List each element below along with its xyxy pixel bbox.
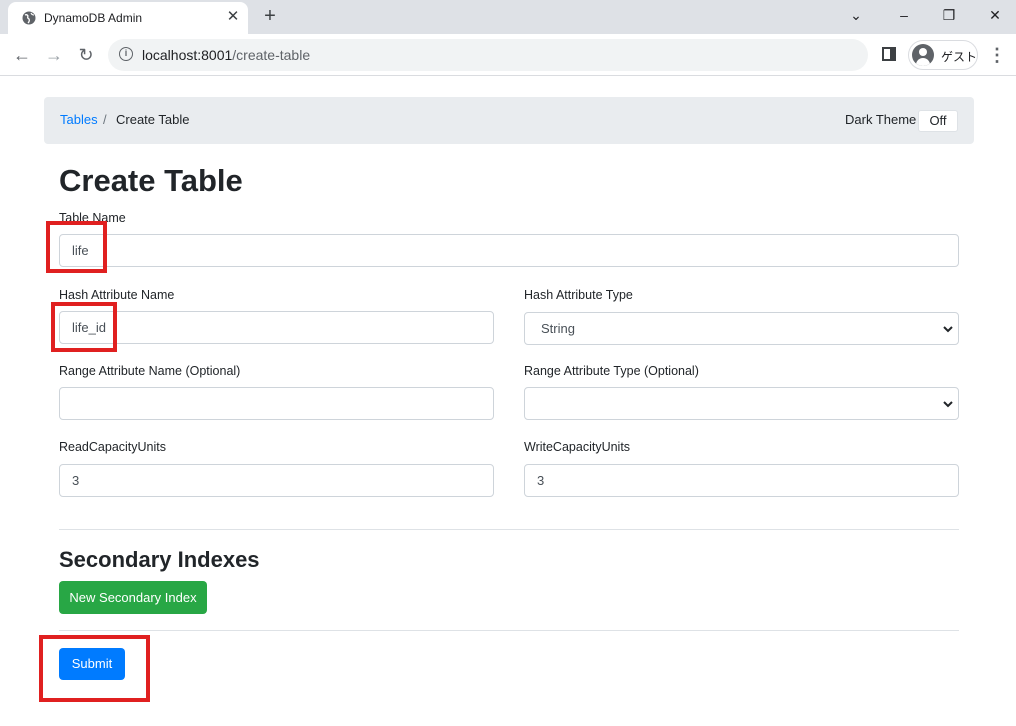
hash-attribute-name-label: Hash Attribute Name	[59, 288, 175, 302]
chevron-down-icon	[943, 401, 953, 408]
read-capacity-label: ReadCapacityUnits	[59, 440, 166, 454]
dark-theme-label: Dark Theme	[845, 112, 917, 127]
tab-close-icon[interactable]: ✕	[224, 8, 242, 26]
breadcrumb-separator: /	[103, 112, 107, 127]
url-host: localhost:8001	[142, 47, 233, 63]
table-name-input[interactable]: life	[59, 234, 959, 267]
new-tab-icon[interactable]: +	[258, 5, 282, 29]
hash-attribute-name-input[interactable]: life_id	[59, 311, 494, 344]
breadcrumb: Tables / Create Table Dark Theme Off	[44, 97, 974, 144]
divider	[59, 529, 959, 530]
reload-icon[interactable]: ↻	[74, 43, 98, 67]
browser-toolbar: ← → ↻ i localhost:8001/create-table ゲスト …	[0, 34, 1016, 76]
forward-icon[interactable]: →	[42, 43, 66, 67]
info-icon[interactable]: i	[119, 47, 133, 61]
restore-icon[interactable]: ❐	[934, 4, 964, 26]
window-close-icon[interactable]: ✕	[980, 4, 1010, 26]
new-secondary-index-button[interactable]: New Secondary Index	[59, 581, 207, 614]
browser-tab[interactable]: DynamoDB Admin ✕	[8, 2, 248, 34]
divider	[59, 630, 959, 631]
avatar-icon	[912, 44, 934, 66]
tab-title: DynamoDB Admin	[44, 11, 143, 25]
secondary-indexes-title: Secondary Indexes	[59, 547, 260, 572]
dark-theme-toggle[interactable]: Off	[918, 110, 958, 132]
highlight-box-table-name	[46, 221, 107, 273]
browser-titlebar: DynamoDB Admin ✕ + ⌄ – ❐ ✕	[0, 0, 1016, 34]
hash-attribute-type-select[interactable]: String	[524, 312, 959, 345]
globe-icon	[22, 11, 36, 25]
url-path: /create-table	[232, 47, 311, 63]
back-icon[interactable]: ←	[10, 43, 34, 67]
side-panel-icon[interactable]	[882, 47, 896, 61]
write-capacity-input[interactable]: 3	[524, 464, 959, 497]
range-attribute-name-input[interactable]	[59, 387, 494, 420]
url-text: localhost:8001/create-table	[142, 47, 310, 63]
hash-attribute-type-value: String	[541, 321, 575, 336]
profile-label: ゲスト	[941, 50, 978, 64]
read-capacity-input[interactable]: 3	[59, 464, 494, 497]
address-bar[interactable]: i localhost:8001/create-table	[108, 39, 868, 71]
page-title: Create Table	[59, 163, 243, 198]
chevron-down-icon	[943, 326, 953, 333]
highlight-box-hash-name	[51, 302, 117, 352]
hash-attribute-type-label: Hash Attribute Type	[524, 288, 633, 302]
breadcrumb-tables-link[interactable]: Tables	[60, 112, 98, 127]
menu-icon[interactable]: ⋮	[988, 44, 1006, 66]
profile-button[interactable]: ゲスト	[908, 40, 978, 70]
range-attribute-type-label: Range Attribute Type (Optional)	[524, 364, 699, 378]
highlight-box-submit	[39, 635, 150, 702]
range-attribute-type-select[interactable]	[524, 387, 959, 420]
minimize-icon[interactable]: –	[889, 4, 919, 26]
write-capacity-label: WriteCapacityUnits	[524, 440, 631, 454]
range-attribute-name-label: Range Attribute Name (Optional)	[59, 364, 241, 378]
breadcrumb-current: Create Table	[116, 112, 190, 127]
tab-search-icon[interactable]: ⌄	[841, 4, 871, 26]
